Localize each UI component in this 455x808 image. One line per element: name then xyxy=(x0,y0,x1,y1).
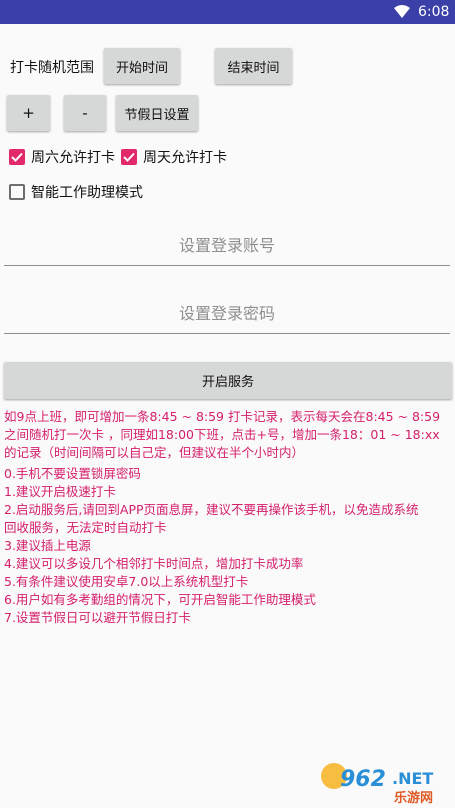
holiday-settings-button[interactable]: 节假日设置 xyxy=(116,95,198,131)
tip-item: 6.用户如有多考勤组的情况下，可开启智能工作助理模式 xyxy=(4,592,316,607)
checkbox-checked-icon xyxy=(121,149,137,165)
tips-list: 0.手机不要设置锁屏密码 1.建议开启极速打卡 2.启动服务后,请回到APP页面… xyxy=(4,465,452,627)
tip-item: 4.建议可以多设几个相邻打卡时间点，增加打卡成功率 xyxy=(4,556,304,571)
tip-item: 5.有条件建议使用安卓7.0以上系统机型打卡 xyxy=(4,574,249,589)
add-time-button[interactable]: + xyxy=(7,95,50,131)
tip-item: 2.启动服务后,请回到APP页面息屏，建议不要再操作该手机，以免造成系统 xyxy=(4,502,419,517)
watermark-logo: 962 .NET 乐游网 xyxy=(321,763,433,806)
saturday-label: 周六允许打卡 xyxy=(31,150,115,166)
password-field xyxy=(4,294,450,334)
account-field xyxy=(4,226,450,266)
smart-mode-checkbox[interactable]: 智能工作助理模式 xyxy=(9,182,143,202)
sunday-checkbox[interactable]: 周天允许打卡 xyxy=(121,147,227,167)
status-time: 6:08 xyxy=(418,4,450,20)
password-input[interactable] xyxy=(4,294,450,333)
tip-item: 3.建议插上电源 xyxy=(4,538,91,553)
smart-mode-label: 智能工作助理模式 xyxy=(31,185,143,201)
wifi-icon xyxy=(394,5,410,18)
status-bar: 6:08 xyxy=(0,0,455,24)
instruction-line: 之间随机打一次卡 ，同理如18:00下班，点击+号，增加一条18：01 ~ 18… xyxy=(4,427,440,442)
tip-item: 回收服务，无法定时自动打卡 xyxy=(4,520,167,535)
start-service-button[interactable]: 开启服务 xyxy=(4,362,452,399)
instructions-text: 如9点上班，即可增加一条8:45 ~ 8:59 打卡记录，表示每天会在8:45 … xyxy=(4,408,452,462)
instruction-line: 的记录（时间间隔可以自己定，但建议在半个小时内） xyxy=(4,445,305,460)
checkbox-checked-icon xyxy=(9,149,25,165)
sunday-label: 周天允许打卡 xyxy=(143,150,227,166)
watermark-logo-text: 962 xyxy=(340,767,386,792)
watermark-sub: 乐游网 xyxy=(394,790,433,806)
checkbox-unchecked-icon xyxy=(9,184,25,200)
instruction-line: 如9点上班，即可增加一条8:45 ~ 8:59 打卡记录，表示每天会在8:45 … xyxy=(4,409,441,424)
watermark-suffix: .NET xyxy=(392,769,433,788)
start-time-button[interactable]: 开始时间 xyxy=(104,48,180,84)
remove-time-button[interactable]: - xyxy=(64,95,106,131)
tip-item: 7.设置节假日可以避开节假日打卡 xyxy=(4,610,191,625)
end-time-button[interactable]: 结束时间 xyxy=(215,48,292,84)
range-label: 打卡随机范围 xyxy=(10,60,94,76)
saturday-checkbox[interactable]: 周六允许打卡 xyxy=(9,147,115,167)
tip-item: 1.建议开启极速打卡 xyxy=(4,484,116,499)
tip-item: 0.手机不要设置锁屏密码 xyxy=(4,466,141,481)
account-input[interactable] xyxy=(4,226,450,265)
